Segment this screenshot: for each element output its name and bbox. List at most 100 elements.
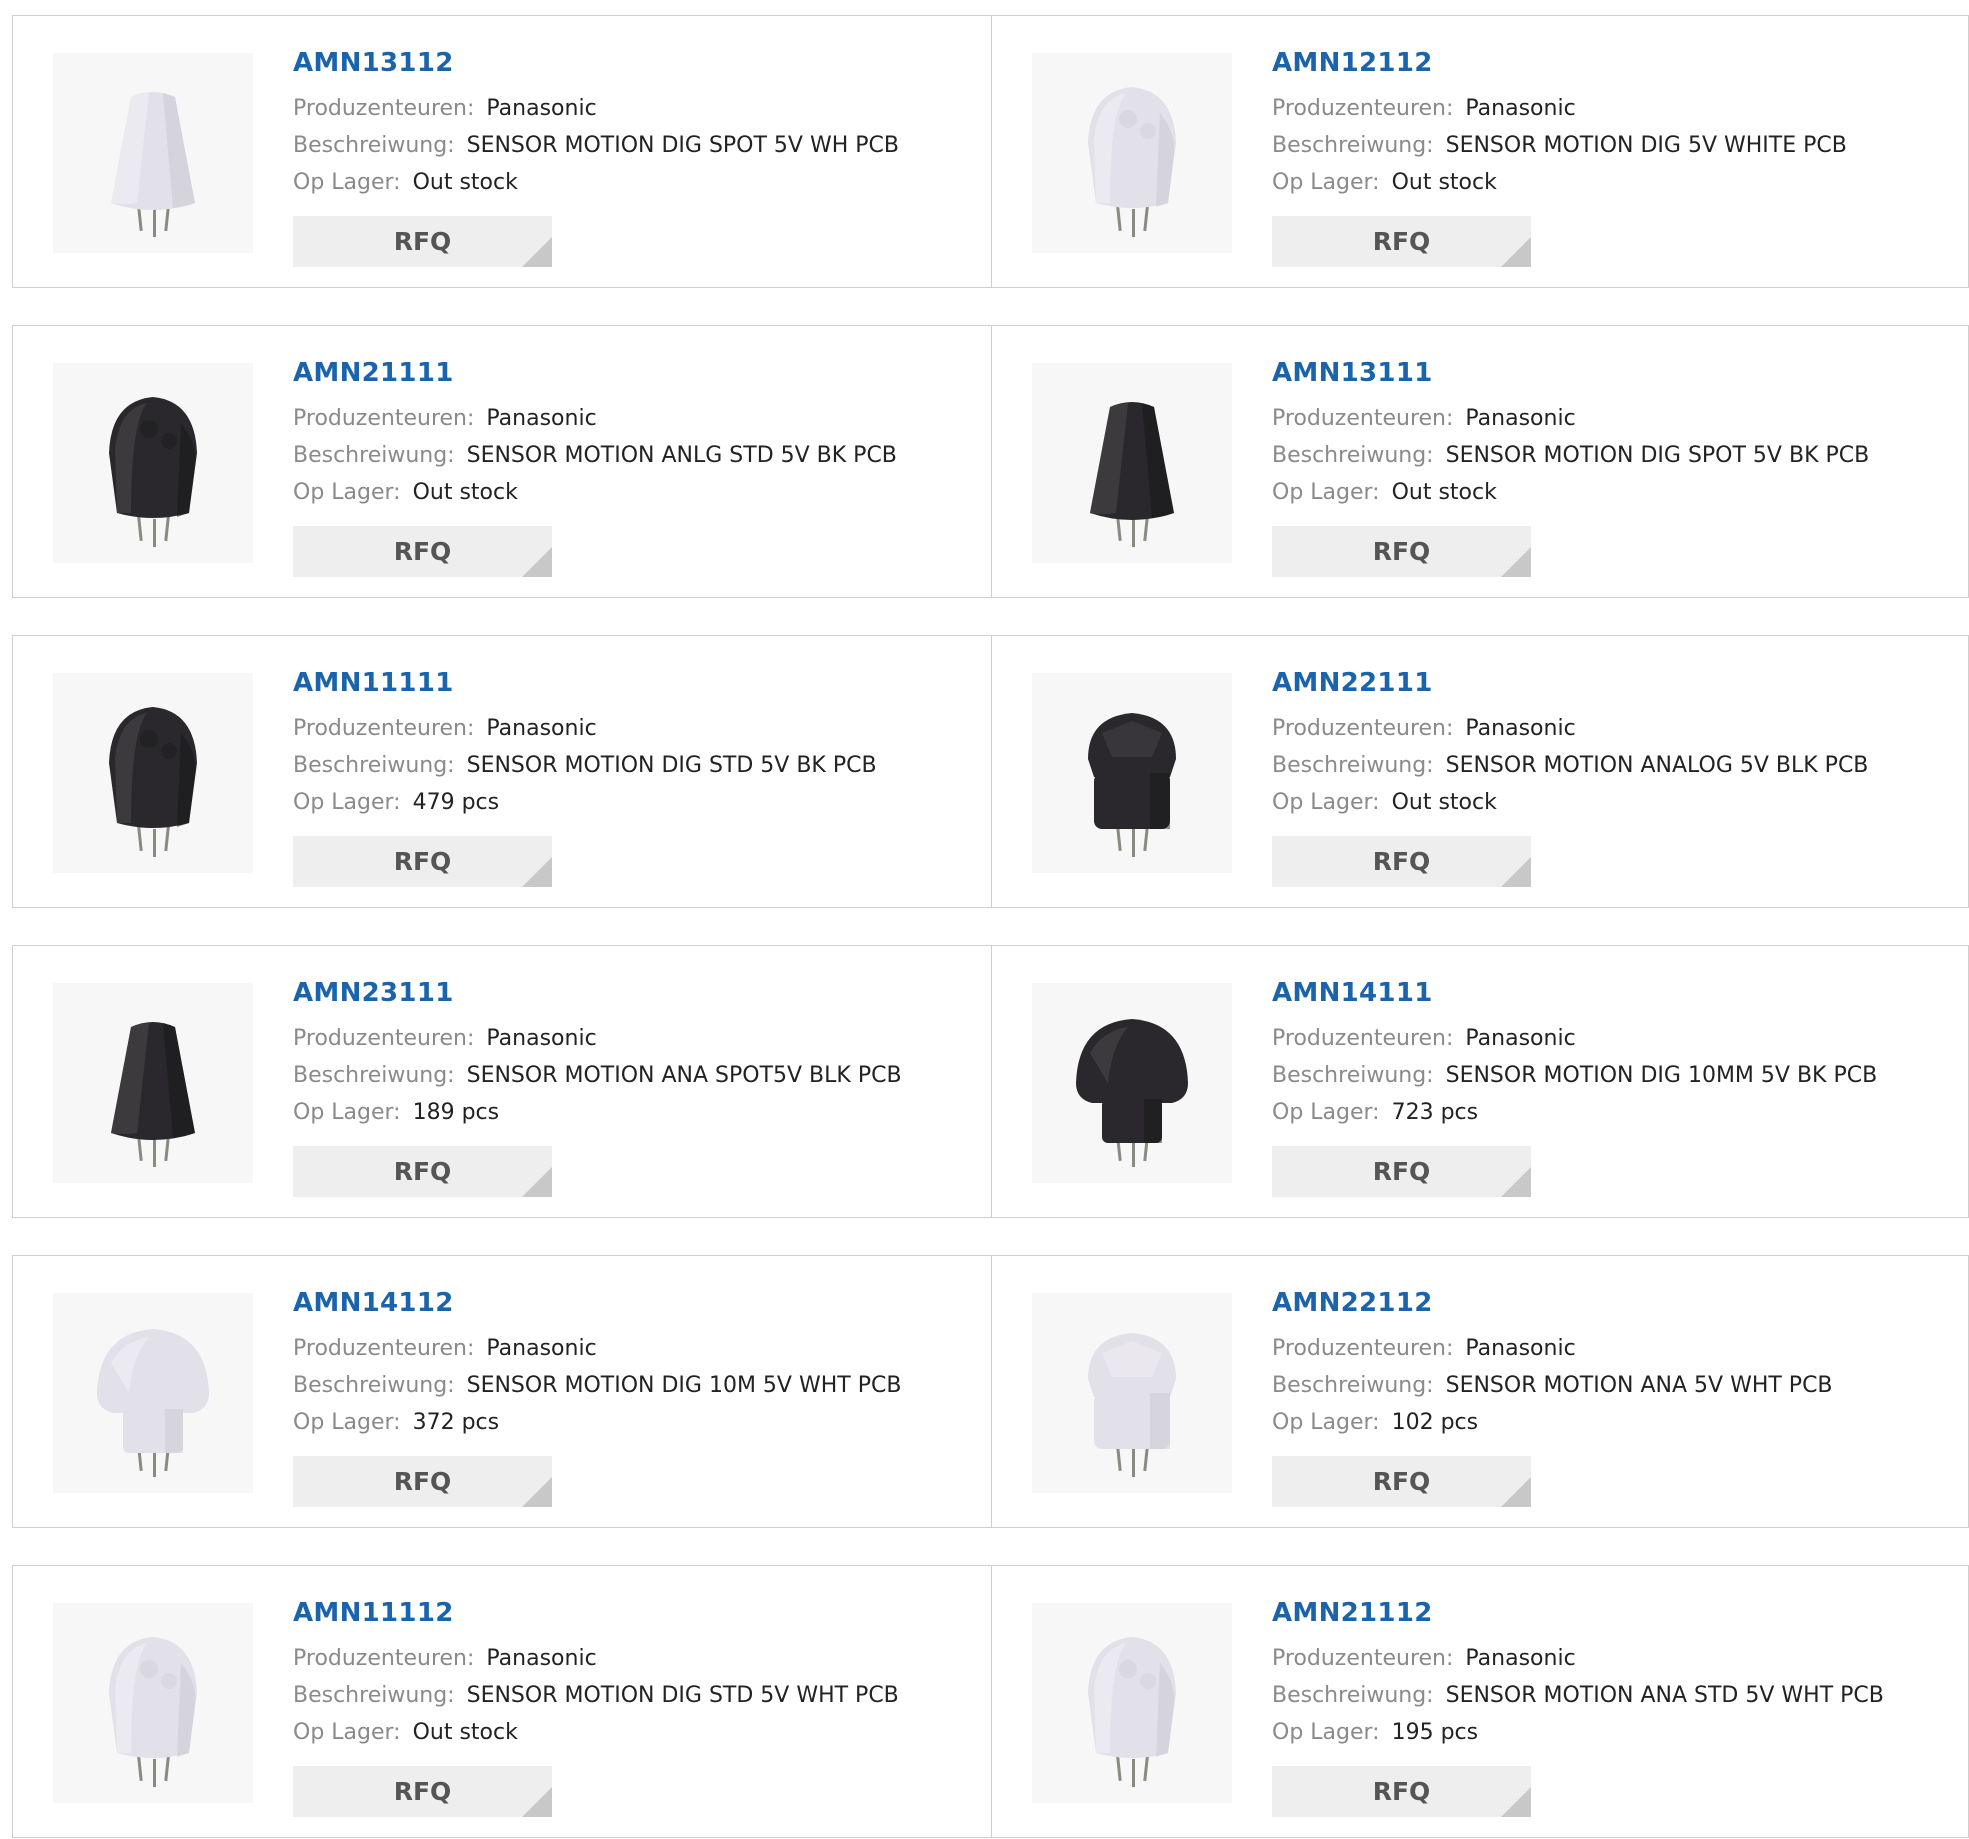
part-number-link[interactable]: AMN22111 — [1272, 666, 1868, 700]
corner-triangle-icon — [1501, 1167, 1531, 1197]
stock-value: 372 pcs — [412, 1410, 500, 1435]
manufacturer-label: Produzenteuren: — [1272, 716, 1454, 741]
rfq-label: RFQ — [393, 1467, 452, 1496]
description-line: Beschreiwung: SENSOR MOTION DIG STD 5V BK… — [293, 747, 877, 784]
description-value: SENSOR MOTION ANA 5V WHT PCB — [1445, 1373, 1833, 1398]
black-wide-dome-sensor-icon — [1076, 1019, 1188, 1167]
rfq-button[interactable]: RFQ — [293, 216, 552, 267]
description-label: Beschreiwung: — [1272, 1063, 1434, 1088]
part-number-link[interactable]: AMN13112 — [293, 46, 899, 80]
product-image[interactable] — [53, 983, 253, 1183]
stock-label: Op Lager: — [1272, 1100, 1380, 1125]
part-number-link[interactable]: AMN14111 — [1272, 976, 1877, 1010]
description-label: Beschreiwung: — [293, 753, 455, 778]
black-dome-sensor-icon — [109, 707, 197, 857]
product-image[interactable] — [1032, 1603, 1232, 1803]
product-info: AMN14112 Produzenteuren: Panasonic Beschrei… — [293, 1286, 901, 1441]
manufacturer-value: Panasonic — [1465, 96, 1576, 121]
rfq-button[interactable]: RFQ — [293, 1146, 552, 1197]
rfq-button[interactable]: RFQ — [1272, 836, 1531, 887]
corner-triangle-icon — [522, 1477, 552, 1507]
manufacturer-label: Produzenteuren: — [1272, 1646, 1454, 1671]
rfq-label: RFQ — [393, 227, 452, 256]
product-info: AMN14111 Produzenteuren: Panasonic Beschrei… — [1272, 976, 1877, 1131]
product-card: AMN13112 Produzenteuren: Panasonic Beschrei… — [13, 16, 991, 287]
part-number-link[interactable]: AMN23111 — [293, 976, 902, 1010]
white-dome-sensor-icon — [1088, 87, 1176, 237]
stock-value: Out stock — [412, 1720, 518, 1745]
stock-label: Op Lager: — [1272, 170, 1380, 195]
stock-label: Op Lager: — [1272, 1410, 1380, 1435]
black-faceted-sensor-icon — [1088, 713, 1176, 857]
rfq-button[interactable]: RFQ — [1272, 216, 1531, 267]
manufacturer-line: Produzenteuren: Panasonic — [293, 710, 877, 747]
rfq-button[interactable]: RFQ — [1272, 1456, 1531, 1507]
corner-triangle-icon — [1501, 237, 1531, 267]
stock-label: Op Lager: — [293, 1410, 401, 1435]
part-number-link[interactable]: AMN22112 — [1272, 1286, 1833, 1320]
corner-triangle-icon — [522, 1787, 552, 1817]
product-image[interactable] — [53, 1603, 253, 1803]
rfq-button[interactable]: RFQ — [293, 1456, 552, 1507]
manufacturer-label: Produzenteuren: — [293, 1336, 475, 1361]
rfq-button[interactable]: RFQ — [1272, 1146, 1531, 1197]
rfq-button[interactable]: RFQ — [293, 526, 552, 577]
white-slim-sensor-icon — [111, 92, 195, 237]
stock-line: Op Lager: 195 pcs — [1272, 1714, 1884, 1751]
part-number-link[interactable]: AMN21112 — [1272, 1596, 1884, 1630]
product-image[interactable] — [1032, 363, 1232, 563]
rfq-label: RFQ — [393, 1777, 452, 1806]
manufacturer-value: Panasonic — [486, 406, 597, 431]
stock-value: 195 pcs — [1391, 1720, 1479, 1745]
stock-label: Op Lager: — [293, 1720, 401, 1745]
manufacturer-line: Produzenteuren: Panasonic — [293, 90, 899, 127]
product-image[interactable] — [1032, 53, 1232, 253]
corner-triangle-icon — [522, 1167, 552, 1197]
description-label: Beschreiwung: — [1272, 753, 1434, 778]
manufacturer-label: Produzenteuren: — [293, 716, 475, 741]
stock-value: Out stock — [1391, 170, 1497, 195]
part-number-link[interactable]: AMN13111 — [1272, 356, 1869, 390]
stock-line: Op Lager: Out stock — [293, 164, 899, 201]
manufacturer-value: Panasonic — [486, 1646, 597, 1671]
product-image[interactable] — [1032, 1293, 1232, 1493]
description-label: Beschreiwung: — [293, 1373, 455, 1398]
manufacturer-value: Panasonic — [486, 716, 597, 741]
rfq-button[interactable]: RFQ — [293, 1766, 552, 1817]
stock-line: Op Lager: Out stock — [293, 1714, 899, 1751]
part-number-link[interactable]: AMN11111 — [293, 666, 877, 700]
corner-triangle-icon — [1501, 1477, 1531, 1507]
product-image[interactable] — [53, 53, 253, 253]
manufacturer-line: Produzenteuren: Panasonic — [1272, 90, 1847, 127]
manufacturer-label: Produzenteuren: — [293, 1026, 475, 1051]
part-number-link[interactable]: AMN12112 — [1272, 46, 1847, 80]
description-line: Beschreiwung: SENSOR MOTION ANA STD 5V WH… — [1272, 1677, 1884, 1714]
product-grid: AMN13112 Produzenteuren: Panasonic Beschrei… — [12, 15, 1969, 1838]
product-info: AMN21111 Produzenteuren: Panasonic Beschrei… — [293, 356, 897, 511]
product-info: AMN13111 Produzenteuren: Panasonic Beschrei… — [1272, 356, 1869, 511]
manufacturer-label: Produzenteuren: — [1272, 96, 1454, 121]
product-card: AMN11111 Produzenteuren: Panasonic Beschrei… — [13, 636, 991, 907]
product-image[interactable] — [53, 1293, 253, 1493]
part-number-link[interactable]: AMN21111 — [293, 356, 897, 390]
description-value: SENSOR MOTION ANA STD 5V WHT PCB — [1445, 1683, 1884, 1708]
part-number-link[interactable]: AMN14112 — [293, 1286, 901, 1320]
product-image[interactable] — [1032, 983, 1232, 1183]
manufacturer-line: Produzenteuren: Panasonic — [1272, 1640, 1884, 1677]
rfq-button[interactable]: RFQ — [1272, 1766, 1531, 1817]
rfq-label: RFQ — [393, 847, 452, 876]
rfq-button[interactable]: RFQ — [293, 836, 552, 887]
product-row: AMN23111 Produzenteuren: Panasonic Beschrei… — [12, 945, 1969, 1218]
stock-line: Op Lager: Out stock — [1272, 784, 1868, 821]
product-image[interactable] — [53, 363, 253, 563]
rfq-label: RFQ — [1372, 227, 1431, 256]
product-image[interactable] — [53, 673, 253, 873]
product-image[interactable] — [1032, 673, 1232, 873]
description-label: Beschreiwung: — [1272, 1373, 1434, 1398]
rfq-button[interactable]: RFQ — [1272, 526, 1531, 577]
white-faceted-sensor-icon — [1088, 1333, 1176, 1477]
manufacturer-value: Panasonic — [1465, 406, 1576, 431]
part-number-link[interactable]: AMN11112 — [293, 1596, 899, 1630]
manufacturer-line: Produzenteuren: Panasonic — [293, 1640, 899, 1677]
manufacturer-line: Produzenteuren: Panasonic — [1272, 1020, 1877, 1057]
